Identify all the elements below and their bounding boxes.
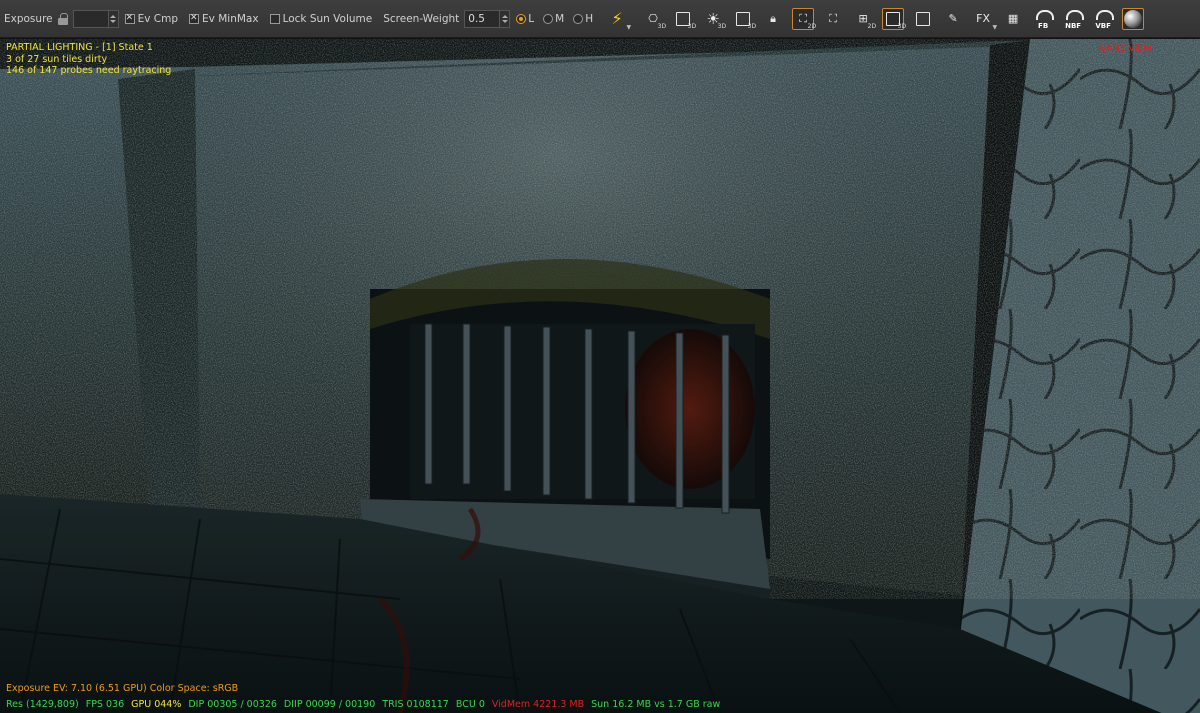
nbf-button[interactable]: NBF (1062, 8, 1085, 30)
stat-item: Sun 16.2 MB vs 1.7 GB raw (591, 699, 721, 710)
probe-2d-button-a[interactable]: ⛶ 2D (792, 7, 817, 30)
radio-icon (573, 13, 584, 24)
quality-low-label: L (528, 12, 535, 25)
dropdown-arrow-icon: ▼ (992, 23, 998, 31)
radio-icon (543, 13, 554, 24)
quality-radio-medium[interactable]: M (543, 13, 569, 25)
ev-cmp-checkbox[interactable]: Ev Cmp (124, 12, 183, 25)
quality-radio-high[interactable]: H (573, 13, 598, 25)
stat-item: FPS 036 (85, 699, 125, 710)
checkbox-checked-icon (189, 13, 200, 24)
exposure-label: Exposure (4, 12, 53, 25)
camera-3d-label: 3D (657, 22, 667, 30)
select-3d-button[interactable]: 3D (732, 8, 757, 30)
lock-sun-volume-label: Lock Sun Volume (282, 12, 373, 25)
wireframe-grid-icon: ▦ (1007, 12, 1019, 25)
view-3d-label: 3D (897, 22, 907, 30)
camera-icon: ⎔ (648, 12, 658, 25)
lighting-status: PARTIAL LIGHTING - [1] State 1 3 of 27 s… (6, 42, 171, 77)
exposure-input[interactable] (72, 9, 109, 28)
probe-2d-button-b[interactable]: ⛶ (822, 8, 844, 30)
dropdown-arrow-icon: ▼ (626, 23, 632, 31)
lighting-bolt-button[interactable]: ⚡ ▼ (606, 8, 632, 31)
stats-bar: Res (1429,809) FPS 036 GPU 044% DIP 00305 /… (6, 699, 720, 710)
screen-weight-spinner[interactable] (500, 9, 511, 28)
fb-arch-icon: FB (1033, 8, 1055, 30)
stat-item: DIIP 00099 / 00190 (283, 699, 376, 710)
exposure-spinner[interactable] (108, 9, 119, 28)
ev-cmp-label: Ev Cmp (137, 12, 179, 25)
light-3d-button[interactable]: ☀ 3D (702, 8, 727, 30)
stat-item: DIP 00305 / 00326 (188, 699, 277, 710)
stat-item: Res (1429,809) (6, 699, 79, 710)
screen-3d-label: 3D (687, 22, 697, 30)
quality-medium-label: M (555, 12, 565, 25)
scene-render (0, 39, 1200, 713)
fb-button[interactable]: FB (1032, 8, 1055, 30)
stat-item: VidMem 4221.3 MB (491, 699, 585, 710)
fx-button[interactable]: FX ▼ (972, 8, 998, 31)
status-line-probes: 146 of 147 probes need raytracing (6, 65, 172, 76)
add-2d-label: 2D (867, 22, 877, 30)
lightning-bolt-icon: ⚡ (611, 9, 623, 28)
nbf-arch-icon: NBF (1063, 8, 1085, 30)
add-frame-icon: ⊞ (858, 12, 868, 25)
checkbox-checked-icon (124, 13, 135, 24)
stat-item: BCU 0 (455, 699, 485, 710)
screen-3d-button[interactable]: 3D (672, 8, 697, 30)
add-2d-button[interactable]: ⊞ 2D (852, 8, 877, 30)
camera-3d-button[interactable]: ⎔ 3D (642, 8, 667, 30)
stat-item: TRIS 0108117 (382, 699, 449, 710)
game-viewport[interactable]: PARTIAL LIGHTING - [1] State 1 3 of 27 s… (0, 39, 1200, 713)
quality-high-label: H (585, 12, 594, 25)
radio-selected-icon (516, 13, 527, 24)
game-view-label: GAME VIEW (1099, 44, 1152, 54)
vbf-arch-icon: VBF (1093, 8, 1115, 30)
cross-frame-icon: ⛶ (799, 11, 807, 25)
checkbox-unchecked-icon (269, 13, 280, 24)
fx-label: FX (976, 12, 991, 25)
light-3d-label: 3D (717, 22, 727, 30)
lock-sun-volume-checkbox[interactable]: Lock Sun Volume (269, 12, 378, 25)
sphere-icon (1124, 9, 1143, 28)
stat-item: GPU 044% (131, 699, 182, 710)
ev-minmax-label: Ev MinMax (202, 12, 259, 25)
toolbar: Exposure Ev Cmp Ev MinMax Lock Sun Volum… (0, 0, 1200, 38)
select-3d-label: 3D (747, 22, 757, 30)
status-line-lighting: PARTIAL LIGHTING - [1] State 1 (6, 42, 153, 53)
frame-icon (916, 11, 931, 26)
probe-2d-a-label: 2D (807, 22, 817, 30)
pencil-icon: ✎ (948, 12, 958, 25)
quality-radio-low[interactable]: L (516, 13, 539, 25)
screen-weight-input[interactable] (464, 9, 501, 28)
exposure-readout: Exposure EV: 7.10 (6.51 GPU) Color Space… (6, 683, 239, 694)
screen-weight-label: Screen-Weight (383, 12, 460, 25)
lock-3d-button[interactable]: 🔒︎ (762, 8, 784, 30)
wireframe-button[interactable]: ▦ (1002, 8, 1024, 30)
lock-icon[interactable] (57, 12, 68, 25)
padlock-icon: 🔒︎ (770, 11, 777, 25)
material-sphere-button[interactable] (1122, 7, 1145, 30)
ev-minmax-checkbox[interactable]: Ev MinMax (189, 13, 264, 25)
view-3d-button[interactable]: 3D (882, 7, 907, 30)
vbf-button[interactable]: VBF (1092, 8, 1115, 30)
frame-button[interactable] (912, 8, 934, 30)
cross-frame-icon: ⛶ (829, 11, 837, 25)
edit-button[interactable]: ✎ (942, 8, 964, 30)
status-line-sun-tiles: 3 of 27 sun tiles dirty (6, 53, 108, 65)
